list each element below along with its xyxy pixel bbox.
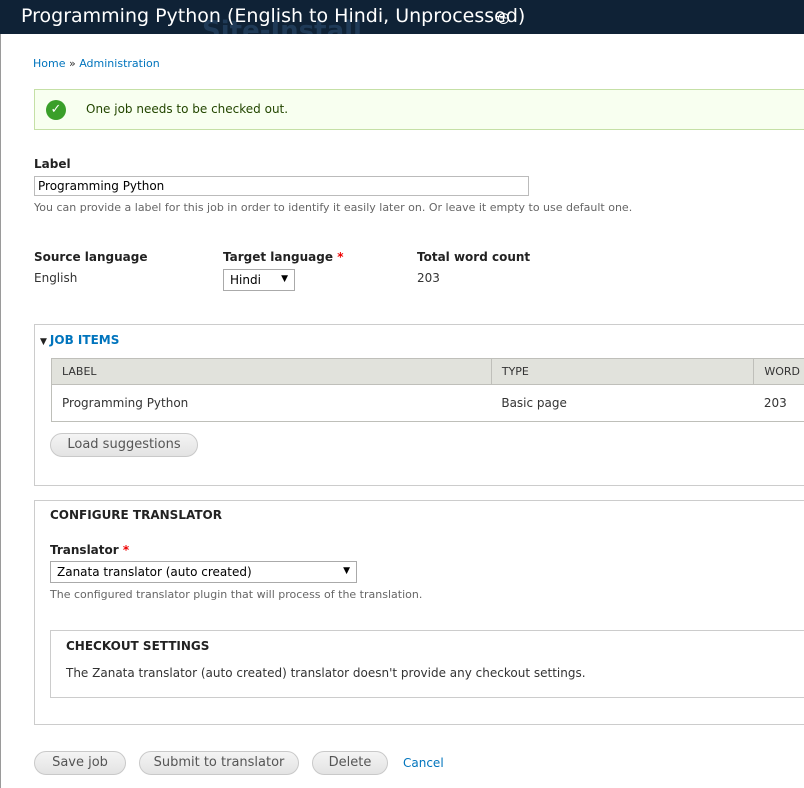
status-message-text: One job needs to be checked out. <box>86 102 289 116</box>
label-field-description: You can provide a label for this job in … <box>34 201 633 214</box>
page-border <box>0 34 1 788</box>
word-count-value: 203 <box>417 271 440 285</box>
translator-select[interactable]: Zanata translator (auto created) ▼ <box>50 561 357 583</box>
job-items-table: LABEL TYPE WORD Programming Python Basic… <box>51 358 804 422</box>
column-header-label[interactable]: LABEL <box>51 358 492 385</box>
job-items-toggle[interactable]: ▼ JOB ITEMS <box>40 333 119 347</box>
breadcrumb-administration[interactable]: Administration <box>79 57 160 70</box>
target-language-label: Target language * <box>223 250 343 264</box>
translator-label-text: Translator <box>50 543 119 557</box>
target-language-selected: Hindi <box>230 273 261 287</box>
triangle-down-icon: ▼ <box>40 337 47 347</box>
table-row: Programming Python Basic page 203 <box>51 384 804 422</box>
save-job-button[interactable]: Save job <box>34 751 126 775</box>
source-language-value: English <box>34 271 78 285</box>
column-header-type[interactable]: TYPE <box>490 358 755 385</box>
chevron-down-icon: ▼ <box>281 274 288 284</box>
breadcrumb-separator: » <box>68 57 76 70</box>
breadcrumb: Home » Administration <box>33 57 160 70</box>
source-language-label: Source language <box>34 250 148 264</box>
add-shortcut-icon[interactable]: + <box>498 13 509 24</box>
load-suggestions-button[interactable]: Load suggestions <box>50 433 198 457</box>
translator-label: Translator * <box>50 543 129 557</box>
table-header-row: LABEL TYPE WORD <box>51 358 804 385</box>
required-marker: * <box>122 543 130 557</box>
configure-translator-title: CONFIGURE TRANSLATOR <box>50 508 222 522</box>
translator-description: The configured translator plugin that wi… <box>50 588 423 601</box>
status-message: ✓ One job needs to be checked out. <box>34 89 804 130</box>
job-item-type: Basic page <box>491 384 754 422</box>
target-language-label-text: Target language <box>223 250 334 264</box>
translator-selected: Zanata translator (auto created) <box>57 565 252 579</box>
column-header-word[interactable]: WORD <box>753 358 804 385</box>
checkout-settings-title: CHECKOUT SETTINGS <box>66 639 210 653</box>
checkout-settings-text: The Zanata translator (auto created) tra… <box>66 666 586 680</box>
required-marker: * <box>337 250 344 264</box>
chevron-down-icon: ▼ <box>343 566 350 576</box>
word-count-label: Total word count <box>417 250 531 264</box>
cancel-link[interactable]: Cancel <box>403 756 444 770</box>
job-items-legend: JOB ITEMS <box>49 333 120 347</box>
check-circle-icon: ✓ <box>46 100 66 120</box>
label-field-label: Label <box>34 157 71 171</box>
page-header: Site-Install Programming Python (English… <box>0 0 804 34</box>
submit-to-translator-button[interactable]: Submit to translator <box>139 751 299 775</box>
delete-button[interactable]: Delete <box>312 751 388 775</box>
job-item-words: 203 <box>753 384 804 422</box>
page-title: Programming Python (English to Hindi, Un… <box>21 5 526 27</box>
job-item-label: Programming Python <box>51 384 492 422</box>
label-input[interactable] <box>34 176 529 196</box>
breadcrumb-home[interactable]: Home <box>33 57 65 70</box>
target-language-select[interactable]: Hindi ▼ <box>223 269 295 291</box>
